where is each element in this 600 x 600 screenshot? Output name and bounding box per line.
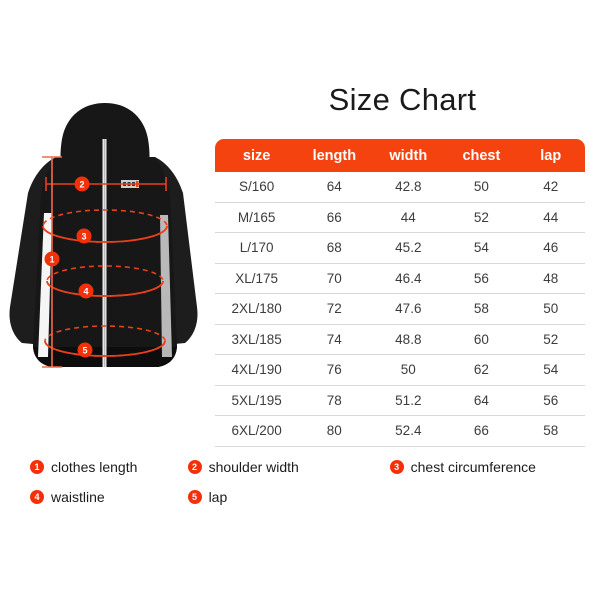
figure-marker-4: 4 — [78, 283, 94, 299]
svg-text:2: 2 — [79, 179, 84, 189]
cell-size: M/165 — [215, 202, 299, 233]
legend-item-lap: 5 lap — [187, 489, 390, 505]
table-header: size length width chest lap — [215, 139, 585, 172]
cell-length: 78 — [298, 385, 371, 416]
table-row: 2XL/180 72 47.6 58 50 — [215, 293, 585, 325]
cell-lap: 48 — [516, 263, 585, 294]
cell-size: 3XL/185 — [215, 324, 299, 355]
legend-row: 1 clothes length 2 shoulder width 3 ches… — [30, 452, 575, 482]
cell-size: 6XL/200 — [215, 415, 299, 447]
jacket-illustration: 2 3 4 5 1 — [0, 95, 210, 415]
page-title: Size Chart — [328, 82, 477, 117]
legend-item-clothes-length: 1 clothes length — [30, 459, 188, 475]
table-body: S/160 64 42.8 50 42 M/165 66 44 52 44 L/… — [215, 172, 585, 447]
column-header-size: size — [215, 139, 299, 172]
cell-width: 48.8 — [370, 324, 447, 355]
column-header-chest: chest — [446, 139, 517, 172]
table-row: 5XL/195 78 51.2 64 56 — [215, 385, 585, 416]
cell-chest: 56 — [446, 263, 517, 294]
cell-size: 4XL/190 — [215, 354, 299, 386]
cell-length: 80 — [298, 415, 371, 447]
cell-chest: 64 — [446, 385, 517, 416]
table-row: 3XL/185 74 48.8 60 52 — [215, 324, 585, 355]
cell-length: 64 — [298, 172, 371, 203]
cell-width: 51.2 — [370, 385, 447, 416]
cell-chest: 52 — [446, 202, 517, 233]
column-header-length: length — [298, 139, 371, 172]
figure-marker-5: 5 — [77, 342, 93, 358]
table-row: 4XL/190 76 50 62 54 — [215, 354, 585, 386]
cell-chest: 62 — [446, 354, 517, 386]
svg-text:3: 3 — [81, 231, 86, 241]
cell-length: 66 — [298, 202, 371, 233]
jacket-zipper — [102, 139, 107, 367]
table-row: S/160 64 42.8 50 42 — [215, 172, 585, 203]
cell-length: 72 — [298, 293, 371, 325]
table-row: 6XL/200 80 52.4 66 58 — [215, 415, 585, 447]
column-header-lap: lap — [516, 139, 585, 172]
legend-marker-4-icon: 4 — [30, 490, 44, 504]
legend-label-chest-circumference: chest circumference — [410, 459, 536, 475]
cell-length: 76 — [298, 354, 371, 386]
cell-length: 70 — [298, 263, 371, 294]
cell-width: 45.2 — [370, 232, 447, 264]
svg-text:1: 1 — [49, 254, 54, 264]
cell-lap: 52 — [516, 324, 585, 355]
cell-length: 68 — [298, 232, 371, 264]
cell-size: S/160 — [215, 172, 299, 203]
cell-chest: 60 — [446, 324, 517, 355]
cell-size: 5XL/195 — [215, 385, 299, 416]
legend-item-shoulder-width: 2 shoulder width — [187, 459, 390, 475]
measurement-legend: 1 clothes length 2 shoulder width 3 ches… — [30, 452, 575, 512]
figure-marker-1: 1 — [44, 251, 60, 267]
legend-marker-1-icon: 1 — [30, 460, 44, 474]
cell-length: 74 — [298, 324, 371, 355]
cell-size: XL/175 — [215, 263, 299, 294]
legend-item-chest-circumference: 3 chest circumference — [389, 459, 575, 475]
cell-lap: 56 — [516, 385, 585, 416]
legend-label-waistline: waistline — [51, 489, 105, 505]
cell-lap: 42 — [516, 172, 585, 203]
cell-lap: 50 — [516, 293, 585, 325]
svg-text:4: 4 — [83, 286, 88, 296]
cell-size: L/170 — [215, 232, 299, 264]
table-row: L/170 68 45.2 54 46 — [215, 232, 585, 264]
table-row: XL/175 70 46.4 56 48 — [215, 263, 585, 294]
svg-text:5: 5 — [82, 345, 87, 355]
column-header-width: width — [370, 139, 447, 172]
table-row: M/165 66 44 52 44 — [215, 202, 585, 233]
size-chart-table: size length width chest lap S/160 64 42.… — [215, 139, 585, 447]
legend-label-lap: lap — [208, 489, 228, 505]
cell-lap: 54 — [516, 354, 585, 386]
legend-item-waistline: 4 waistline — [30, 489, 188, 505]
cell-lap: 58 — [516, 415, 585, 447]
cell-width: 50 — [370, 354, 447, 386]
legend-marker-3-icon: 3 — [389, 460, 404, 474]
legend-marker-5-icon: 5 — [187, 490, 202, 504]
legend-label-clothes-length: clothes length — [51, 459, 138, 475]
cell-width: 47.6 — [370, 293, 447, 325]
cell-lap: 44 — [516, 202, 585, 233]
cell-chest: 50 — [446, 172, 517, 203]
cell-size: 2XL/180 — [215, 293, 299, 325]
legend-label-shoulder-width: shoulder width — [208, 459, 299, 475]
cell-chest: 66 — [446, 415, 517, 447]
figure-marker-2: 2 — [74, 176, 90, 192]
cell-width: 44 — [370, 202, 447, 233]
cell-lap: 46 — [516, 232, 585, 264]
cell-width: 42.8 — [370, 172, 447, 203]
cell-chest: 54 — [446, 232, 517, 264]
cell-width: 52.4 — [370, 415, 447, 447]
legend-row: 4 waistline 5 lap — [30, 482, 575, 512]
table-header-row: size length width chest lap — [215, 139, 585, 172]
cell-chest: 58 — [446, 293, 517, 325]
legend-marker-2-icon: 2 — [187, 460, 202, 474]
cell-width: 46.4 — [370, 263, 447, 294]
figure-marker-3: 3 — [76, 228, 92, 244]
